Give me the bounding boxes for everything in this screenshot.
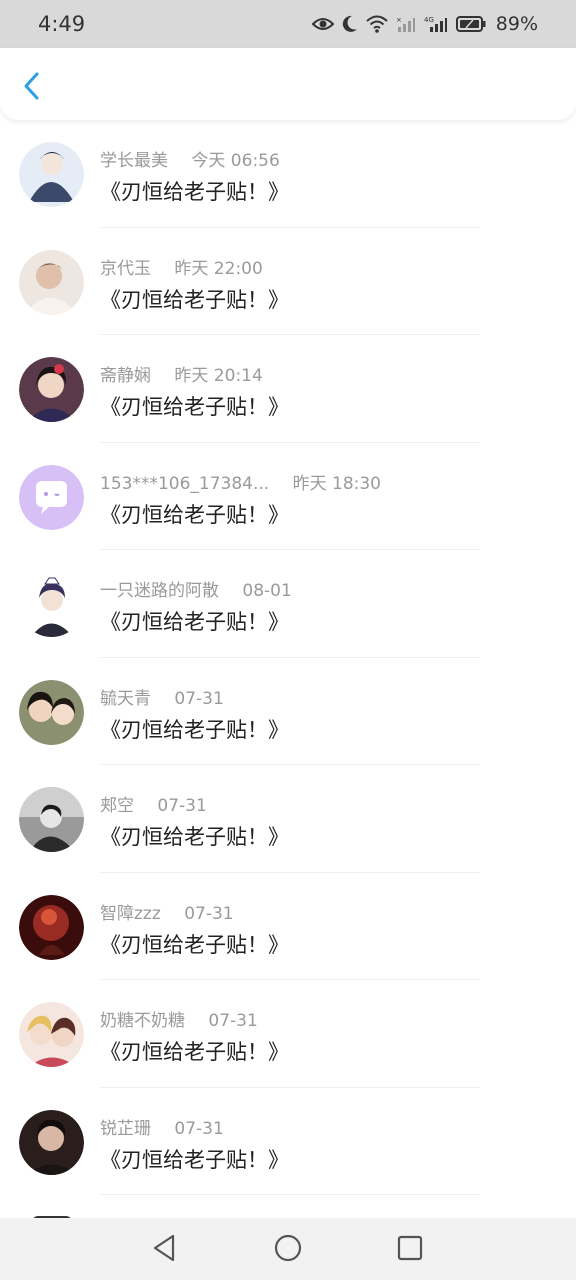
message-text[interactable]: 《刃恒给老子贴！》 xyxy=(100,391,289,421)
nav-home-button[interactable] xyxy=(272,1234,304,1266)
sender-name[interactable]: 锐芷珊 xyxy=(100,1119,151,1139)
message-meta: 毓天青 07-31 xyxy=(100,684,224,709)
status-icons: × 4G 89% xyxy=(311,13,538,35)
list-item[interactable]: 京代玉 昨天 22:00 《刃恒给老子贴！》 xyxy=(0,228,576,335)
message-text[interactable]: 《刃恒给老子贴！》 xyxy=(100,1036,289,1066)
avatar[interactable] xyxy=(19,249,84,315)
message-text[interactable]: 《刃恒给老子贴！》 xyxy=(100,1144,289,1174)
message-time: 07-31 xyxy=(157,796,207,816)
system-nav-bar xyxy=(0,1218,576,1280)
message-meta: 斋静娴 昨天 20:14 xyxy=(100,361,263,386)
avatar[interactable] xyxy=(19,787,84,852)
message-time: 昨天 18:30 xyxy=(292,473,381,494)
sender-name[interactable]: 奶糖不奶糖 xyxy=(100,1011,185,1031)
message-time: 今天 06:56 xyxy=(191,151,280,171)
avatar[interactable] xyxy=(19,357,84,422)
sender-name[interactable]: 郏空 xyxy=(100,796,134,816)
svg-text:×: × xyxy=(396,16,402,24)
avatar[interactable] xyxy=(19,464,84,530)
message-meta: 学长最美 今天 06:56 xyxy=(100,146,280,171)
message-meta: 奶糖不奶糖 07-31 xyxy=(100,1006,258,1031)
chevron-left-icon xyxy=(22,71,42,105)
message-text[interactable]: 《刃恒给老子贴！》 xyxy=(100,929,289,959)
eye-icon xyxy=(311,16,334,32)
message-time: 昨天 20:14 xyxy=(174,366,263,386)
list-item[interactable]: 智障zzz 07-31 《刃恒给老子贴！》 xyxy=(0,873,576,980)
sender-name[interactable]: 毓天青 xyxy=(100,689,151,709)
message-list: 学长最美 今天 06:56 《刃恒给老子贴！》 京代玉 昨天 22:00 《刃恒… xyxy=(0,120,576,1195)
message-text[interactable]: 《刃恒给老子贴！》 xyxy=(100,606,289,636)
list-item[interactable]: 学长最美 今天 06:56 《刃恒给老子贴！》 xyxy=(0,120,576,228)
message-time: 07-31 xyxy=(184,903,234,924)
nav-recents-button[interactable] xyxy=(394,1234,426,1266)
sender-name[interactable]: 学长最美 xyxy=(100,151,168,171)
list-item[interactable]: 锐芷珊 07-31 《刃恒给老子贴！》 xyxy=(0,1088,576,1195)
circle-home-icon xyxy=(274,1234,302,1266)
nav-back-button[interactable] xyxy=(148,1234,180,1266)
list-item[interactable]: 奶糖不奶糖 07-31 《刃恒给老子贴！》 xyxy=(0,980,576,1088)
back-button[interactable] xyxy=(14,68,50,108)
message-meta: 一只迷路的阿散 08-01 xyxy=(100,576,292,601)
moon-icon xyxy=(342,15,358,33)
sender-name[interactable]: 智障zzz xyxy=(100,904,161,924)
message-time: 07-31 xyxy=(208,1011,258,1031)
avatar[interactable] xyxy=(19,1002,84,1067)
avatar[interactable] xyxy=(19,142,84,207)
message-meta: 智障zzz 07-31 xyxy=(100,899,234,924)
message-meta: 郏空 07-31 xyxy=(100,791,207,816)
message-meta: 锐芷珊 07-31 xyxy=(100,1114,224,1139)
wifi-icon xyxy=(366,15,388,33)
battery-icon xyxy=(455,16,486,32)
list-item[interactable]: 153***106_17384... 昨天 18:30 《刃恒给老子贴！》 xyxy=(0,443,576,550)
triangle-back-icon xyxy=(151,1234,177,1266)
message-time: 昨天 22:00 xyxy=(174,258,263,279)
sender-name[interactable]: 京代玉 xyxy=(100,259,151,279)
list-item[interactable]: 郏空 07-31 《刃恒给老子贴！》 xyxy=(0,765,576,873)
svg-text:4G: 4G xyxy=(424,16,434,24)
avatar[interactable] xyxy=(19,679,84,745)
message-meta: 京代玉 昨天 22:00 xyxy=(100,254,263,279)
message-text[interactable]: 《刃恒给老子贴！》 xyxy=(100,499,289,529)
message-meta: 153***106_17384... 昨天 18:30 xyxy=(100,469,381,494)
signal-x-icon: × xyxy=(396,15,416,33)
divider xyxy=(100,1194,480,1195)
list-item[interactable]: 一只迷路的阿散 08-01 《刃恒给老子贴！》 xyxy=(0,550,576,658)
message-text[interactable]: 《刃恒给老子贴！》 xyxy=(100,176,289,206)
avatar[interactable] xyxy=(19,572,84,637)
signal-4g-icon: 4G xyxy=(424,15,448,33)
battery-percent: 89% xyxy=(495,13,538,35)
list-item[interactable]: 斋静娴 昨天 20:14 《刃恒给老子贴！》 xyxy=(0,335,576,443)
sender-name[interactable]: 153***106_17384... xyxy=(100,474,269,494)
list-item[interactable]: 毓天青 07-31 《刃恒给老子贴！》 xyxy=(0,658,576,765)
message-text[interactable]: 《刃恒给老子贴！》 xyxy=(100,284,289,314)
message-text[interactable]: 《刃恒给老子贴！》 xyxy=(100,821,289,851)
sender-name[interactable]: 一只迷路的阿散 xyxy=(100,581,219,601)
status-time: 4:49 xyxy=(38,12,86,36)
square-recents-icon xyxy=(397,1235,423,1265)
sender-name[interactable]: 斋静娴 xyxy=(100,366,151,386)
message-time: 07-31 xyxy=(174,1118,224,1139)
status-bar: 4:49 × 4G 89% xyxy=(0,0,576,48)
message-time: 08-01 xyxy=(242,581,292,601)
message-text[interactable]: 《刃恒给老子贴！》 xyxy=(100,714,289,744)
avatar[interactable] xyxy=(19,1109,84,1175)
header xyxy=(0,48,576,120)
message-time: 07-31 xyxy=(174,688,224,709)
avatar[interactable] xyxy=(19,894,84,960)
